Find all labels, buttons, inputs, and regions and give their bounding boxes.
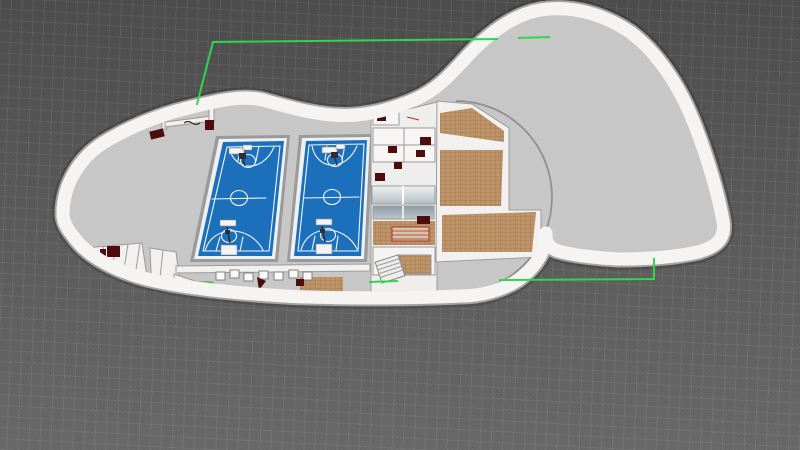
door-marker[interactable] [394, 162, 402, 169]
hoop-stand [239, 153, 246, 159]
hoop-pad [243, 145, 252, 150]
hoop-stand [225, 230, 230, 234]
hoop-stand [320, 229, 325, 233]
backboard [316, 219, 332, 225]
hoop-stand [331, 152, 338, 158]
fixture [216, 272, 225, 280]
building[interactable] [63, 9, 724, 298]
nav-path-seg [519, 37, 549, 38]
floorplan-model [0, 0, 800, 450]
door-marker[interactable] [420, 137, 431, 145]
fixture [274, 272, 283, 280]
basketball-court-right[interactable] [287, 134, 373, 262]
fixture [289, 270, 298, 278]
door-marker[interactable] [205, 120, 214, 130]
fixture [259, 271, 268, 279]
fixture [244, 273, 253, 281]
door-marker[interactable] [417, 216, 430, 224]
door-marker[interactable] [107, 246, 120, 257]
backboard [220, 220, 236, 226]
hoop-base [316, 244, 332, 254]
wall-seg [176, 264, 370, 273]
hoop-base [221, 245, 237, 255]
hoop-pad [336, 144, 345, 149]
door-marker[interactable] [388, 146, 397, 153]
fixture [303, 272, 312, 280]
nav-path-seg [370, 281, 397, 282]
tile-grout [440, 150, 503, 206]
fixture [230, 270, 239, 278]
3d-viewport[interactable] [0, 0, 800, 450]
door-marker[interactable] [375, 173, 385, 181]
door-marker[interactable] [416, 150, 425, 157]
door-marker[interactable] [296, 279, 304, 286]
tile-grout [442, 212, 536, 252]
